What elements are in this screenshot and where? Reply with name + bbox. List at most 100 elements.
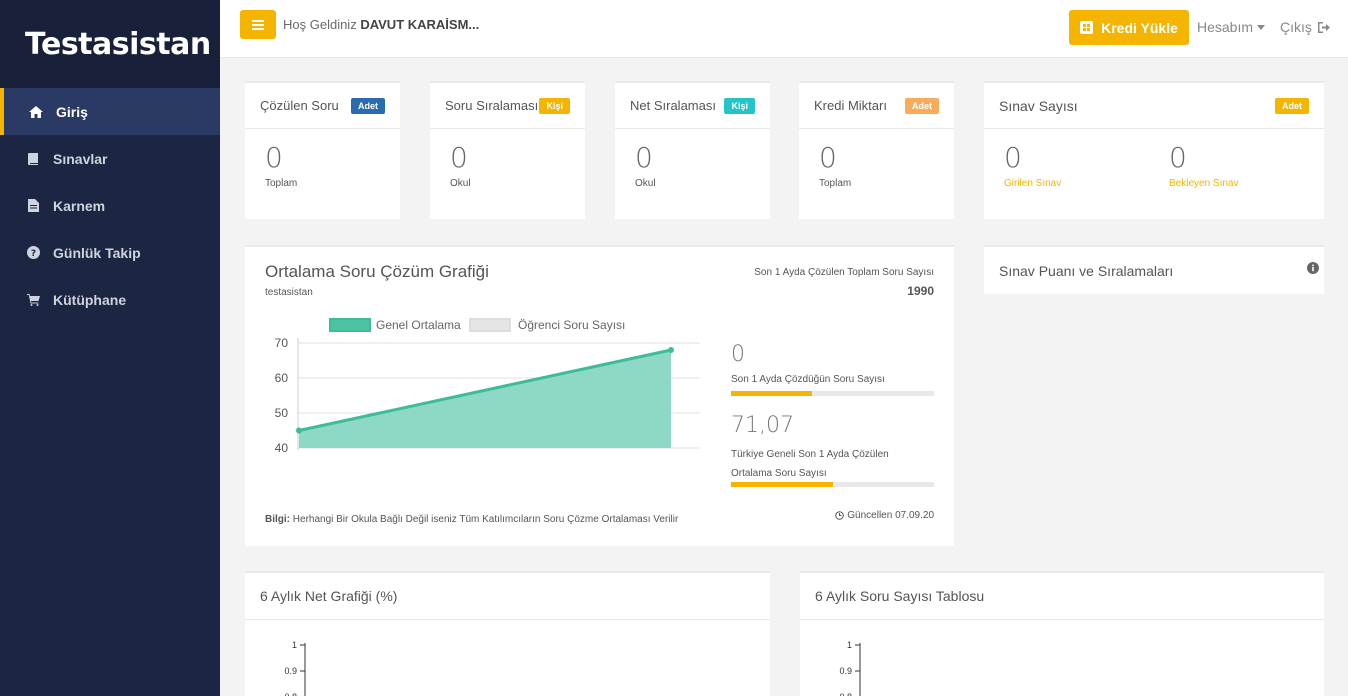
credit-load-button[interactable]: Kredi Yükle	[1069, 10, 1189, 45]
stat-value: 0	[819, 141, 837, 174]
menu-toggle-button[interactable]	[240, 10, 276, 39]
status-badge: Adet	[905, 97, 939, 114]
question-table-card: 6 Aylık Soru Sayısı Tablosu 1 0.9 0.8	[800, 571, 1324, 696]
legend-swatch-ogrenci	[469, 318, 511, 332]
status-badge: Adet	[351, 97, 385, 114]
hamburger-icon	[252, 19, 264, 30]
y-tick-label: 1	[292, 640, 297, 650]
sidebar-item-kutuphane[interactable]: Kütüphane	[0, 276, 220, 323]
card-title: Soru Sıralaması	[445, 98, 539, 113]
card-header: Kredi Miktarı Adet	[799, 83, 954, 129]
my-solved-value: 0	[731, 342, 745, 367]
stat-value: 0	[635, 141, 653, 174]
taken-exam-label: Girilen Sınav	[1004, 178, 1062, 189]
status-badge: Kişi	[724, 97, 755, 114]
legend-label-genel: Genel Ortalama	[376, 318, 461, 332]
sidebar-item-sinavlar[interactable]: Sınavlar	[0, 135, 220, 182]
net-chart-card: 6 Aylık Net Grafiği (%) 1 0.9 0.8	[245, 571, 770, 696]
home-icon	[28, 105, 44, 118]
card-header: Sınav Sayısı Adet	[984, 83, 1324, 129]
updated-text: Güncellen 07.09.20	[847, 510, 934, 521]
user-name: DAVUT KARAİSM...	[360, 17, 480, 32]
card-title: 6 Aylık Soru Sayısı Tablosu	[815, 588, 985, 604]
info-bold: Bilgi:	[265, 514, 290, 525]
logout-link[interactable]: Çıkış	[1280, 19, 1330, 35]
y-tick-label: 40	[275, 441, 289, 455]
chart-legend: Genel Ortalama Öğrenci Soru Sayısı	[329, 318, 625, 332]
stat-label: Toplam	[265, 178, 298, 189]
stat-card-exam-count: Sınav Sayısı Adet 0 Girilen Sınav 0 Bekl…	[984, 81, 1324, 219]
turkey-avg-value: 71,07	[731, 413, 794, 438]
brand-logo[interactable]: Testasistan	[0, 0, 220, 88]
stat-card-credit: Kredi Miktarı Adet 0 Toplam	[799, 81, 954, 219]
my-solved-progress	[731, 391, 934, 396]
y-tick-label: 1	[847, 640, 852, 650]
series-point	[296, 427, 302, 434]
book-icon	[25, 152, 41, 165]
question-circle-icon: ?	[25, 246, 41, 259]
svg-text:?: ?	[30, 249, 35, 259]
total-solved-value: 1990	[907, 284, 934, 298]
stat-card-question-rank: Soru Sıralaması Kişi 0 Okul	[430, 81, 585, 219]
stat-card-solved: Çözülen Soru Adet 0 Toplam	[245, 81, 400, 219]
stat-value: 0	[265, 141, 283, 174]
stat-value: 0	[450, 141, 468, 174]
y-tick-label: 0.9	[839, 666, 852, 676]
card-header: Soru Sıralaması Kişi	[430, 83, 585, 129]
turkey-avg-progress	[731, 482, 934, 487]
card-header: Net Sıralaması Kişi	[615, 83, 770, 129]
sidebar-item-giris[interactable]: Giriş	[0, 88, 220, 135]
series-point	[668, 347, 674, 353]
card-title: 6 Aylık Net Grafiği (%)	[260, 588, 398, 604]
sidebar: Testasistan Giriş Sınavlar Karnem ? Günl…	[0, 0, 220, 696]
pending-exam-value: 0	[1169, 141, 1187, 174]
caret-down-icon	[1257, 24, 1266, 30]
welcome-message: Hoş Geldiniz DAVUT KARAİSM...	[283, 17, 479, 32]
y-tick-label: 70	[275, 336, 289, 350]
sidebar-item-label: Karnem	[53, 197, 106, 214]
info-text: Herhangi Bir Okula Bağlı Değil iseniz Tü…	[292, 514, 679, 525]
card-header: 6 Aylık Net Grafiği (%)	[245, 573, 770, 620]
sidebar-item-karnem[interactable]: Karnem	[0, 182, 220, 229]
chart-subtitle: testasistan	[265, 287, 313, 298]
card-title: Net Sıralaması	[630, 98, 716, 113]
total-solved-label: Son 1 Ayda Çözülen Toplam Soru Sayısı	[754, 267, 934, 278]
series-area-genel	[299, 350, 671, 448]
sidebar-nav: Giriş Sınavlar Karnem ? Günlük Takip Küt…	[0, 88, 220, 323]
my-solved-label: Son 1 Ayda Çözdüğün Soru Sayısı	[731, 374, 885, 385]
pending-exam-label: Bekleyen Sınav	[1169, 178, 1239, 189]
legend-swatch-genel	[329, 318, 371, 332]
turkey-avg-label: Türkiye Geneli Son 1 Ayda Çözülen Ortala…	[731, 449, 889, 479]
welcome-prefix: Hoş Geldiniz	[283, 17, 357, 32]
legend-label-ogrenci: Öğrenci Soru Sayısı	[518, 318, 625, 332]
y-tick-label: 50	[275, 406, 289, 420]
sign-out-icon	[1317, 21, 1330, 33]
taken-exam-value: 0	[1004, 141, 1022, 174]
status-badge: Kişi	[539, 97, 570, 114]
net-chart-axis: 1 0.9 0.8	[284, 640, 306, 696]
card-title: Sınav Puanı ve Sıralamaları	[999, 263, 1174, 279]
question-chart-axis: 1 0.9 0.8	[839, 640, 861, 696]
account-dropdown[interactable]: Hesabım	[1197, 19, 1266, 35]
sidebar-item-label: Sınavlar	[53, 150, 108, 167]
status-badge: Adet	[1275, 97, 1309, 114]
card-header: Çözülen Soru Adet	[245, 83, 400, 129]
sidebar-item-gunluk-takip[interactable]: ? Günlük Takip	[0, 229, 220, 276]
sidebar-item-label: Giriş	[56, 103, 88, 120]
y-tick-label: 0.8	[284, 692, 297, 696]
updated-note: Güncellen 07.09.20	[835, 510, 934, 521]
clock-icon	[835, 511, 845, 520]
stat-label: Toplam	[819, 178, 852, 189]
stat-card-net-rank: Net Sıralaması Kişi 0 Okul	[615, 81, 770, 219]
y-tick-label: 0.9	[284, 666, 297, 676]
cart-icon	[25, 293, 41, 306]
stat-label: Okul	[450, 178, 471, 189]
card-title: Kredi Miktarı	[814, 98, 887, 113]
sidebar-item-label: Günlük Takip	[53, 244, 141, 261]
info-icon[interactable]	[1307, 262, 1319, 274]
sidebar-item-label: Kütüphane	[53, 291, 127, 308]
stat-label: Okul	[635, 178, 656, 189]
card-title: Sınav Sayısı	[999, 97, 1078, 114]
logout-label: Çıkış	[1280, 19, 1312, 35]
credit-label: Kredi Yükle	[1101, 19, 1178, 36]
